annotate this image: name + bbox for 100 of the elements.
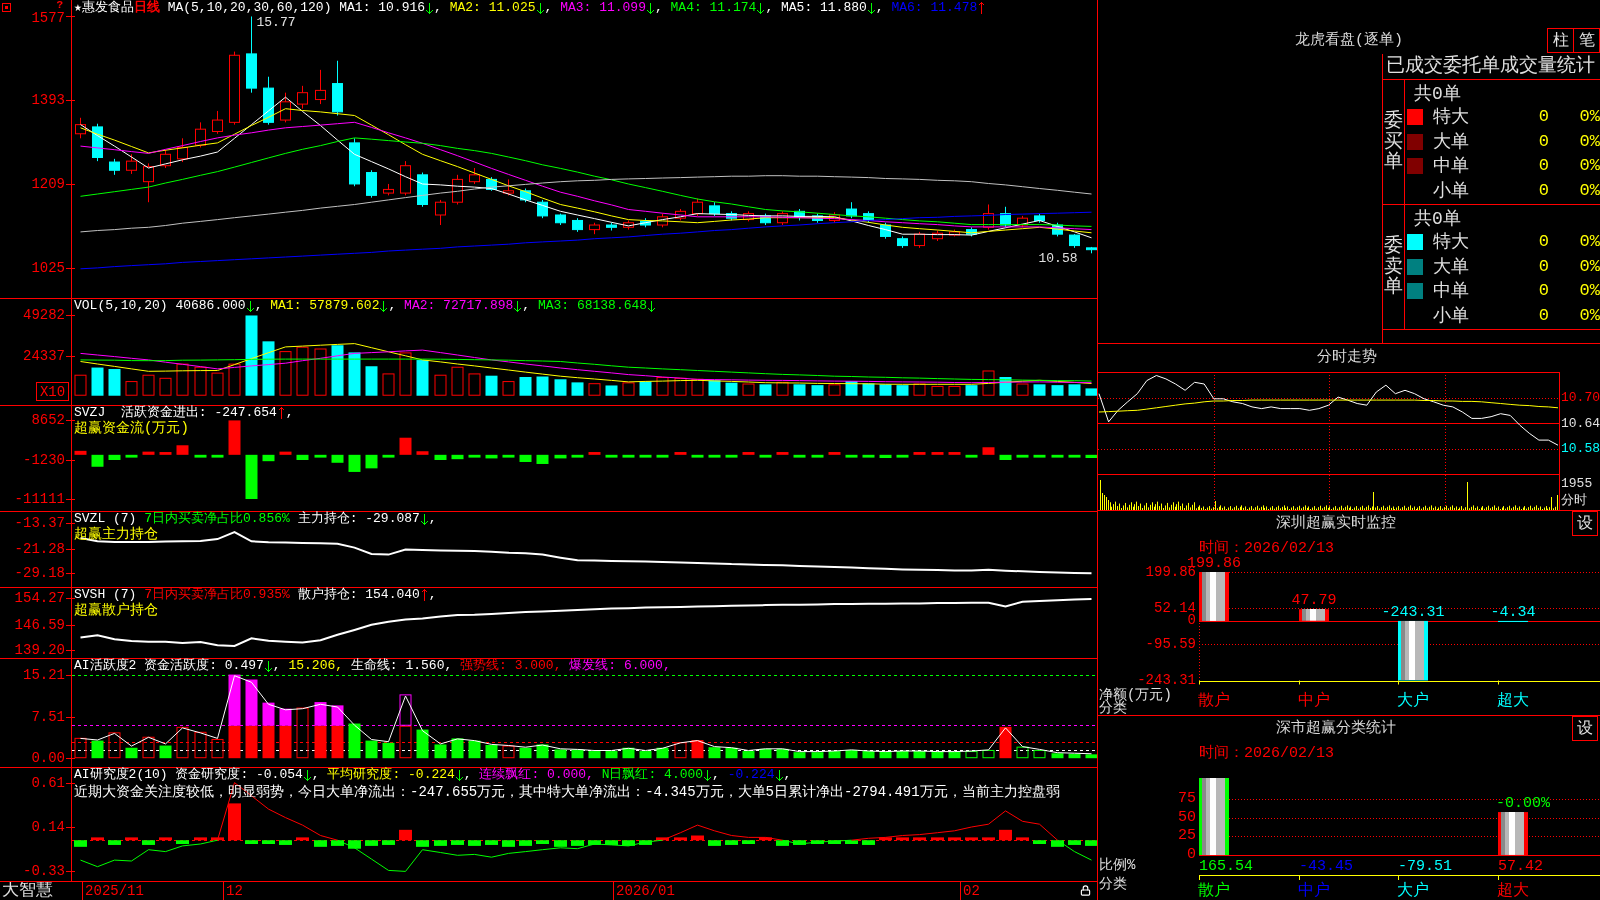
separator-text: , — [783, 768, 792, 782]
order-count: 0 — [1538, 180, 1549, 201]
date-label: 2026/01 — [616, 882, 675, 900]
axis-title: 分类 — [1099, 702, 1127, 715]
legend-text: MA1: 57879.602 — [270, 299, 380, 313]
separator-text: , — [272, 659, 282, 673]
question-mark: ? — [56, 0, 63, 10]
order-count: 0 — [1538, 232, 1549, 253]
indicator-caption: 超赢主力持仓 — [74, 526, 158, 542]
legend-text: N日飘红: 4.000 — [600, 768, 704, 782]
axis-label: 146.59 — [14, 616, 65, 633]
legend-text: SVSH (7) — [74, 588, 138, 602]
row-label: 特大 — [1433, 232, 1469, 253]
ratio-value-label: -79.51 — [1398, 860, 1452, 874]
order-share: 0% — [1579, 180, 1600, 201]
category-label: 中户 — [1298, 883, 1330, 900]
order-total: 共0单 — [1414, 83, 1461, 104]
volume-axis-label: 1955 — [1561, 476, 1593, 492]
order-share: 0% — [1579, 232, 1600, 253]
price-axis-label: 10.64 — [1561, 415, 1600, 432]
axis-label: 1209 — [31, 176, 65, 193]
axis-label: 1577 — [31, 10, 65, 26]
indicator-caption: 超赢资金流(万元) — [74, 420, 189, 436]
axis-label: 75 — [1178, 790, 1196, 807]
legend-text: 平均研究度: -0.224 — [327, 768, 455, 782]
stock-name: ★惠发食品 — [74, 1, 134, 15]
axis-label: 139.20 — [14, 642, 65, 658]
axis-label: -0.33 — [23, 863, 65, 880]
bar-value-label: 47.79 — [1291, 593, 1337, 609]
category-label: 超大 — [1497, 693, 1529, 710]
separator-text: , — [522, 299, 532, 313]
section-title: 深圳超赢实时监控 — [1276, 515, 1396, 532]
axis-label: 0.14 — [31, 819, 65, 835]
axis-label: 1025 — [31, 260, 65, 277]
legend-text: MA2: 72717.898 — [404, 299, 514, 313]
separator-text: , — [285, 406, 294, 420]
period-label: 日线 — [133, 1, 160, 15]
separator-text: , — [765, 1, 775, 15]
axis-title: 比例% — [1099, 858, 1136, 873]
axis-label: 1393 — [31, 92, 65, 109]
legend-text: SVZJ 活跃资金进出: -247.654 — [74, 406, 277, 420]
legend-text: MA2: 11.025 — [449, 1, 536, 15]
order-count: 0 — [1538, 131, 1549, 152]
ratio-value-label: 165.54 — [1199, 860, 1253, 874]
ratio-value-label: 57.42 — [1498, 860, 1543, 874]
price-axis-label: 10.58 — [1561, 441, 1600, 457]
order-share: 0% — [1579, 256, 1600, 277]
legend-text: MA3: 68138.648 — [537, 299, 648, 313]
table-title: 已成交委托单成交量统计 — [1386, 55, 1595, 77]
separator-text: , — [428, 588, 437, 602]
axis-label: -243.31 — [1137, 674, 1196, 687]
bar-value-label: -4.34 — [1490, 604, 1536, 620]
order-share: 0% — [1579, 107, 1600, 128]
order-count: 0 — [1538, 256, 1549, 277]
volume-caption: 分时 — [1561, 493, 1587, 509]
order-share: 0% — [1579, 131, 1600, 152]
separator-text: , — [434, 1, 443, 15]
side-label: 委买单 — [1384, 110, 1403, 174]
legend-text: 强势线: 3.000, — [459, 659, 562, 673]
order-total: 共0单 — [1414, 208, 1461, 229]
separator-text: , — [388, 299, 398, 313]
legend-text: 7日内买卖净占比0.935% — [144, 588, 290, 602]
legend-text: MA3: 11.099 — [560, 1, 646, 15]
legend-text: AI研究度2(10) 资金研究度: -0.054 — [74, 768, 303, 782]
separator-text: , — [428, 512, 437, 526]
legend-text: MA(5,10,20,30,60,120) MA1: 10.916 — [166, 1, 426, 15]
legend-text: 生命线: 1.560, — [349, 659, 453, 673]
order-count: 0 — [1538, 107, 1549, 128]
separator-text: , — [654, 1, 664, 15]
legend-text: 连续飘红: 0.000, — [479, 768, 594, 782]
section-title: 深市超赢分类统计 — [1276, 720, 1396, 737]
order-share: 0% — [1579, 281, 1600, 302]
legend-text: MA4: 11.174 — [670, 1, 757, 15]
row-label: 特大 — [1433, 107, 1469, 128]
low-price-label: 10.58 — [1038, 251, 1078, 267]
order-share: 0% — [1579, 305, 1600, 326]
category-label: 散户 — [1198, 883, 1230, 900]
axis-label: 49282 — [23, 307, 65, 324]
axis-label: -11111 — [14, 491, 65, 507]
separator-text: , — [463, 768, 473, 782]
panel-title: 龙虎看盘(逐单) — [1295, 33, 1403, 49]
row-label: 大单 — [1433, 256, 1469, 277]
axis-label: -13.37 — [14, 515, 65, 532]
legend-text: -0.224 — [727, 768, 775, 782]
date-label: 12 — [226, 882, 243, 900]
axis-label: 0.61 — [31, 774, 65, 791]
legend-text: 主力持仓: -29.087 — [296, 512, 420, 526]
axis-label: 8652 — [31, 412, 65, 429]
side-label: 委卖单 — [1384, 235, 1403, 299]
row-label: 中单 — [1433, 281, 1469, 302]
category-label: 大户 — [1397, 883, 1429, 900]
order-count: 0 — [1538, 305, 1549, 326]
row-label: 小单 — [1433, 305, 1469, 326]
legend-text: MA5: 11.880 — [781, 1, 867, 15]
legend-text: AI活跃度2 资金活跃度: 0.497 — [74, 659, 264, 673]
ratio-value-label: -43.45 — [1299, 860, 1353, 874]
timestamp: 时间：2026/02/13 — [1199, 745, 1334, 762]
price-axis-label: 10.70 — [1561, 390, 1600, 406]
axis-label: -21.28 — [14, 540, 65, 557]
axis-label: 0.00 — [31, 750, 65, 767]
